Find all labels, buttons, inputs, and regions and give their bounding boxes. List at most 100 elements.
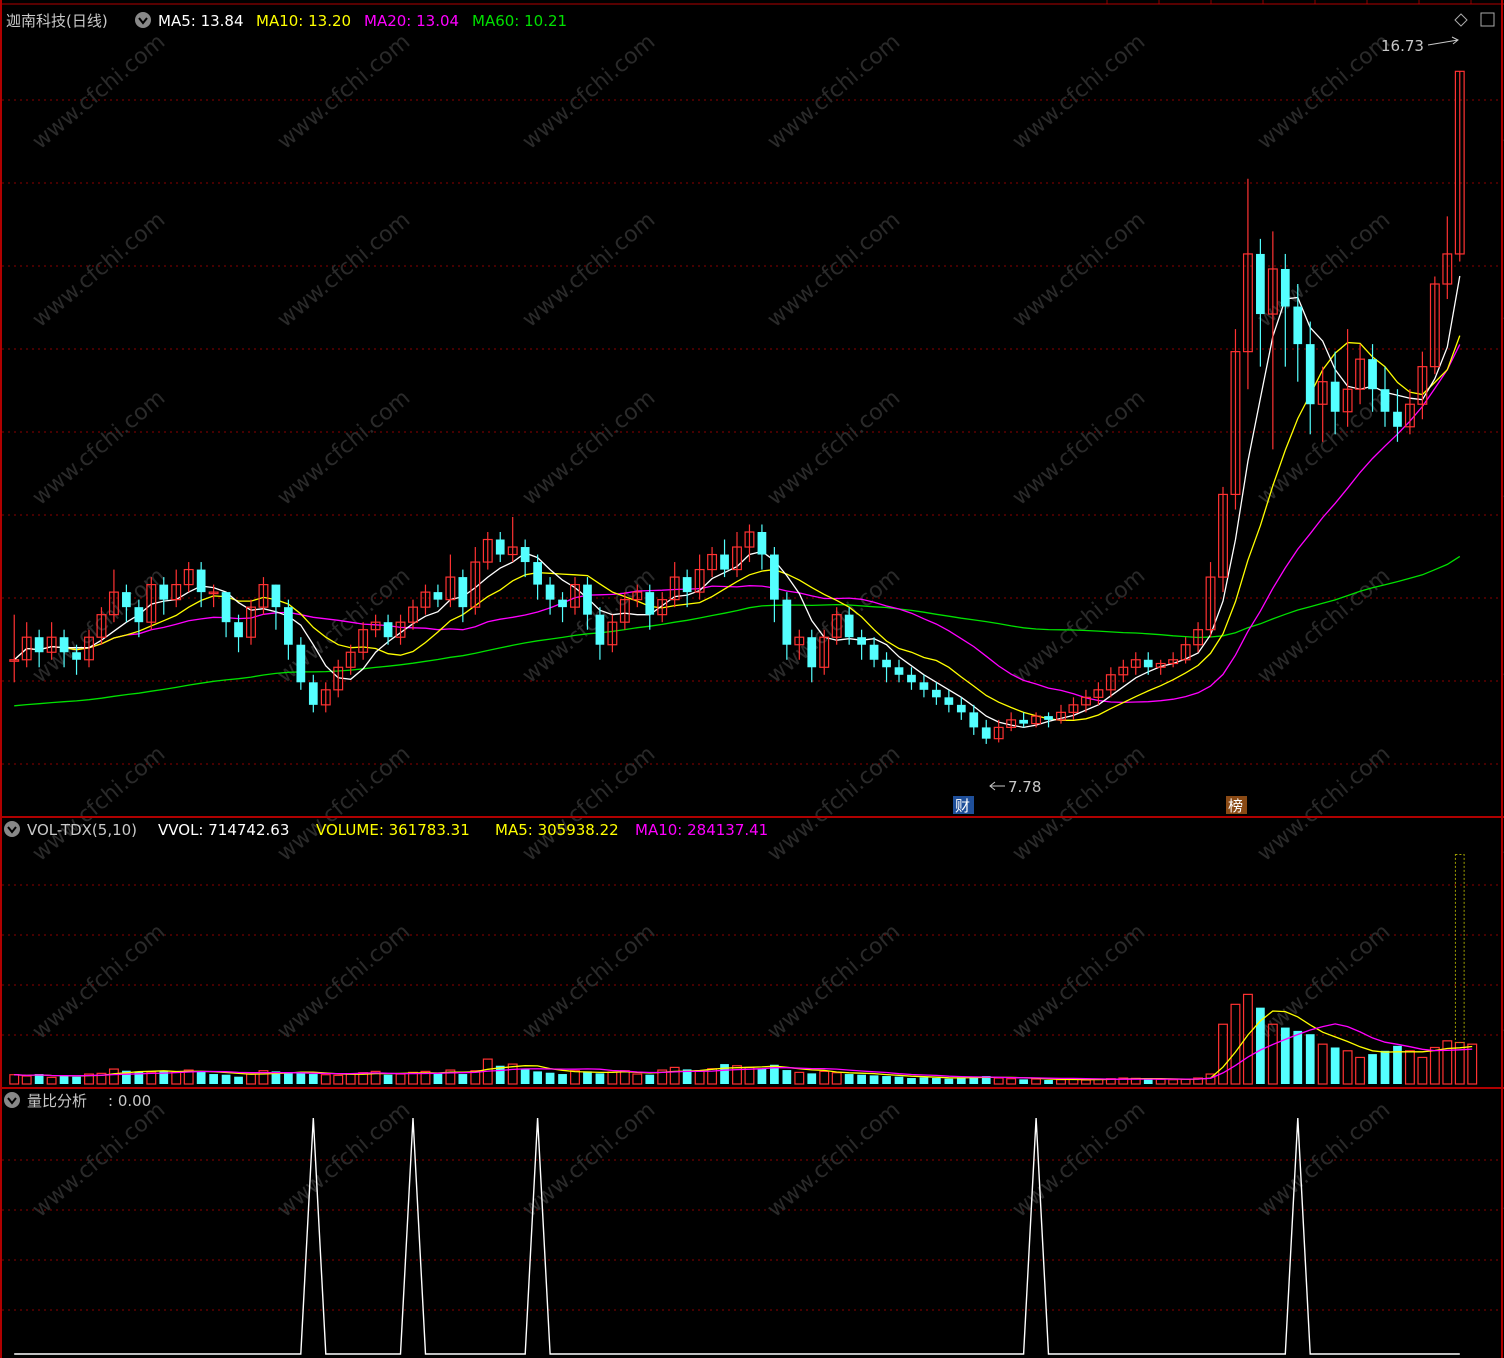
candle-body: [1393, 411, 1402, 427]
candle-body: [159, 584, 169, 600]
ratio-collapse-icon[interactable]: [4, 1092, 20, 1108]
watermark-text: www.cfchi.com: [1008, 385, 1150, 510]
volume-bar: [458, 1074, 468, 1084]
volume-bar: [632, 1073, 643, 1085]
watermark-text: www.cfchi.com: [1498, 563, 1504, 688]
volume-bar: [395, 1073, 406, 1085]
volume-bar: [720, 1064, 729, 1084]
volume-bar: [284, 1072, 293, 1084]
low-price-marker: 7.78: [1008, 778, 1041, 796]
candle-body: [807, 637, 817, 668]
volume-bar: [1429, 1046, 1440, 1085]
watermark-text: www.cfchi.com: [763, 1097, 905, 1222]
watermark-text: www.cfchi.com: [273, 207, 415, 332]
stock-title: 迦南科技(日线): [6, 12, 108, 30]
ratio-title: 量比分析: [27, 1092, 87, 1110]
maximize-icon[interactable]: [1480, 12, 1495, 27]
volume-bar: [857, 1074, 866, 1084]
volume-bar: [1044, 1080, 1053, 1084]
candle-body: [682, 577, 692, 593]
volume-bar: [831, 1072, 842, 1085]
volume-bar: [869, 1075, 879, 1084]
volume-bar: [907, 1078, 916, 1084]
volume-bar: [807, 1073, 817, 1084]
volume-bar: [308, 1074, 318, 1084]
high-price-marker: 16.73: [1381, 37, 1424, 55]
watermark-text: www.cfchi.com: [28, 741, 170, 866]
volume-bar: [59, 1075, 69, 1084]
volume-bar: [196, 1071, 206, 1084]
volume-bar: [234, 1076, 243, 1084]
candle-body: [882, 659, 891, 668]
vol-ma5-label: MA5: 305938.22: [495, 821, 619, 839]
volume-bar: [570, 1070, 580, 1085]
watermark-text: www.cfchi.com: [518, 29, 660, 154]
volume-bar: [1467, 1043, 1478, 1085]
watermark-text: www.cfchi.com: [28, 385, 170, 510]
candle-body: [1368, 359, 1377, 390]
collapse-icon[interactable]: [135, 12, 151, 28]
volume-bar: [1355, 1056, 1366, 1085]
volume-bar: [246, 1073, 256, 1085]
stock-chart: www.cfchi.com www.cfchi.com www.cfchi.com w…: [0, 0, 1504, 1358]
ma20-line: [13, 344, 1461, 704]
watermark-text: www.cfchi.com: [273, 29, 415, 154]
volume-bar: [383, 1074, 393, 1084]
volume-bar: [320, 1074, 331, 1085]
volume-title: VOL-TDX(5,10): [27, 821, 137, 839]
watermark-text: www.cfchi.com: [28, 1097, 170, 1222]
volume-bar: [844, 1074, 854, 1084]
candle-body: [1019, 719, 1028, 724]
watermark-text: www.cfchi.com: [1008, 207, 1150, 332]
volume-bar: [1305, 1034, 1315, 1084]
volume-bar: [607, 1071, 618, 1085]
candle-body: [72, 652, 81, 660]
candle-body: [545, 584, 555, 600]
candle-body: [221, 592, 231, 623]
watermark-text: www.cfchi.com: [1498, 385, 1504, 510]
watermark-text: www.cfchi.com: [763, 29, 905, 154]
candle-body: [433, 592, 443, 600]
watermark-text: www.cfchi.com: [763, 385, 905, 510]
watermark-text: www.cfchi.com: [1253, 563, 1395, 688]
candle-body: [122, 592, 131, 608]
volume-label: VOLUME: 361783.31: [316, 821, 470, 839]
candle-body: [1256, 253, 1265, 315]
volume-bar: [533, 1071, 542, 1084]
candle-body: [271, 584, 281, 608]
watermark-text: www.cfchi.com: [1008, 29, 1150, 154]
event-tag-list-label: 榜: [1228, 797, 1243, 815]
watermark-text: www.cfchi.com: [763, 741, 905, 866]
candle-body: [1380, 389, 1390, 412]
watermark-text: www.cfchi.com: [28, 207, 170, 332]
watermark-text: www.cfchi.com: [1498, 29, 1504, 154]
candle-body: [956, 704, 966, 713]
volume-bar: [108, 1068, 119, 1085]
volume-bar: [1218, 1023, 1228, 1085]
vol-collapse-icon[interactable]: [4, 821, 20, 837]
watermark-text: www.cfchi.com: [273, 741, 415, 866]
candle-body: [757, 532, 767, 555]
volume-bar: [1031, 1078, 1042, 1085]
candle-body: [919, 682, 929, 690]
volume-bar: [520, 1069, 530, 1084]
candle-body: [458, 577, 468, 608]
ma5-line: [13, 275, 1461, 729]
diamond-icon[interactable]: [1454, 13, 1468, 27]
watermark-text: www.cfchi.com: [1498, 741, 1504, 866]
candle-body: [296, 644, 306, 683]
volume-bar: [782, 1070, 792, 1084]
volume-bar: [1317, 1043, 1328, 1085]
volume-bar: [72, 1076, 81, 1084]
ma5-label: MA5: 13.84: [158, 12, 244, 30]
watermark-text: www.cfchi.com: [28, 919, 170, 1044]
volume-bar: [932, 1078, 941, 1084]
volume-bar: [171, 1071, 182, 1085]
ma60-label: MA60: 10.21: [472, 12, 567, 30]
candle-body: [1280, 268, 1290, 307]
volume-bars: [9, 854, 1478, 1085]
vol-ma10-label: MA10: 284137.41: [635, 821, 768, 839]
candle-body: [844, 614, 854, 638]
candle-body: [595, 614, 605, 645]
volume-bar: [1280, 1027, 1290, 1084]
